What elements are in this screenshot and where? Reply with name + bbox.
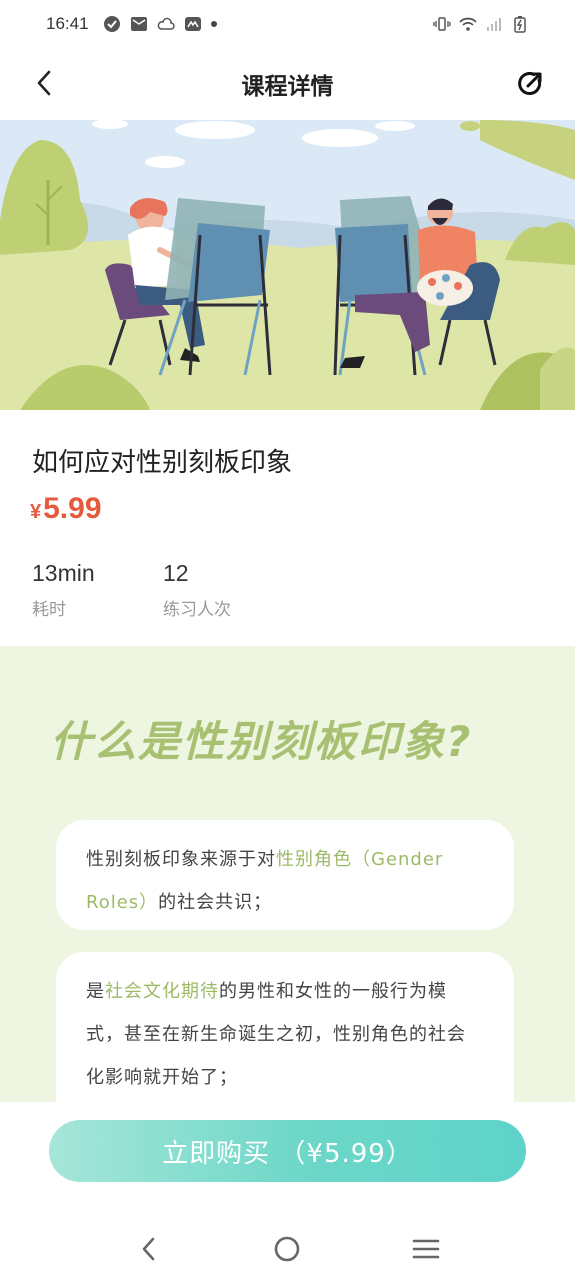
vibrate-icon [433, 17, 451, 31]
course-title: 如何应对性别刻板印象 [32, 448, 293, 478]
card-text: 的社会共识； [158, 892, 273, 913]
back-button[interactable] [28, 66, 62, 100]
stat-duration: 13min 耗时 [32, 560, 95, 620]
app-header: 课程详情 [0, 48, 575, 120]
course-price: ¥5.99 [30, 492, 102, 526]
nav-back-button[interactable] [129, 1229, 169, 1269]
banner-image [0, 120, 575, 410]
painting-illustration [0, 120, 575, 410]
system-icons [433, 15, 529, 33]
back-arrow-icon [37, 70, 51, 96]
nav-menu-button[interactable] [406, 1229, 446, 1269]
nav-home-button[interactable] [267, 1229, 307, 1269]
system-nav-bar [0, 1218, 575, 1280]
price-value: 5.99 [43, 492, 102, 525]
buy-now-button[interactable]: 立即购买 （¥5.99） [49, 1120, 526, 1182]
share-button[interactable] [515, 68, 547, 100]
nav-back-icon [142, 1237, 155, 1261]
price-currency: ¥ [30, 501, 42, 523]
stat-duration-value: 13min [32, 560, 95, 586]
stat-practice-count: 12 练习人次 [163, 560, 231, 620]
signal-icon [487, 18, 501, 31]
wifi-icon [459, 17, 477, 31]
buy-bar: 立即购买 （¥5.99） [0, 1102, 575, 1218]
status-time: 16:41 [46, 14, 89, 33]
course-content[interactable]: 什么是性别刻板印象? 性别刻板印象来源于对性别角色（Gender Roles）的… [0, 646, 575, 1102]
nav-menu-icon [412, 1239, 440, 1259]
page-title: 课程详情 [241, 74, 334, 100]
card-text: 是 [86, 981, 105, 1002]
share-icon [518, 72, 542, 95]
mail-icon [130, 17, 147, 31]
status-bar: 16:41 [0, 0, 575, 48]
notification-icons [103, 15, 217, 33]
battery-charging-icon [514, 16, 526, 33]
stat-practice-label: 练习人次 [163, 600, 231, 620]
stat-practice-value: 12 [163, 560, 189, 586]
stat-duration-label: 耗时 [32, 600, 66, 620]
nav-home-icon [275, 1236, 300, 1262]
check-circle-icon [103, 16, 120, 32]
card-text: 性别刻板印象来源于对 [86, 849, 276, 870]
course-info: 如何应对性别刻板印象 ¥5.99 13min 耗时 12 练习人次 [0, 410, 575, 646]
cloud-icon [157, 17, 175, 30]
dot-icon [210, 21, 217, 27]
content-heading: 什么是性别刻板印象? [50, 717, 473, 766]
app-icon [184, 17, 201, 31]
content-card: 性别刻板印象来源于对性别角色（Gender Roles）的社会共识； [56, 820, 514, 930]
content-card: 是社会文化期待的男性和女性的一般行为模式，甚至在新生命诞生之初，性别角色的社会化… [56, 952, 514, 1102]
card-highlight: 社会文化期待 [105, 981, 219, 1002]
